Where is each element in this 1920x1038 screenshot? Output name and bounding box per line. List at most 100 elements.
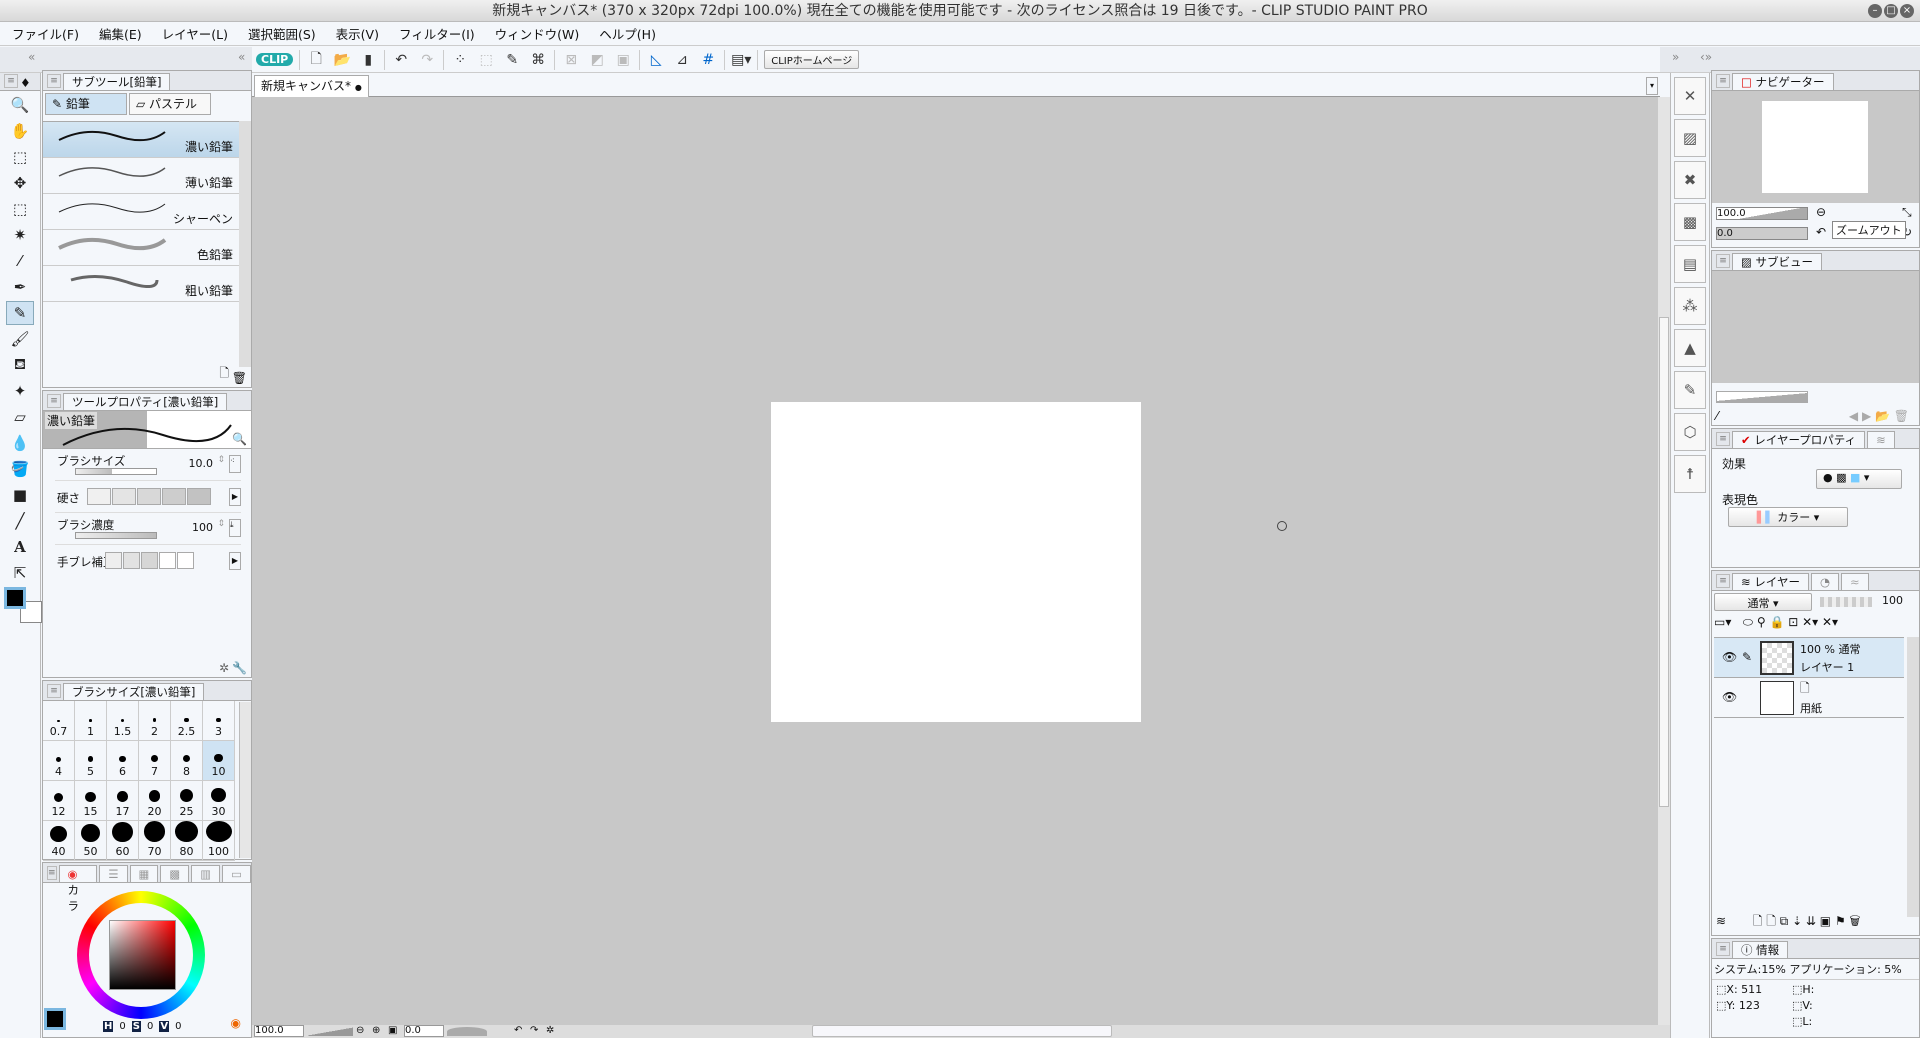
animation-tab[interactable]: ◔	[1810, 573, 1839, 590]
rotate-left-icon[interactable]: ↶	[1816, 225, 1826, 239]
fit-view-icon[interactable]: ⤡	[1902, 205, 1912, 220]
material-brush-icon[interactable]: ✎	[1674, 371, 1706, 409]
panel-menu-icon[interactable]: ≡	[1716, 254, 1730, 268]
collapse-icon[interactable]: ‹»	[1700, 50, 1712, 64]
panel-menu-icon[interactable]: ≡	[1716, 74, 1730, 88]
expression-dropdown[interactable]: ▌▌ カラー ▾	[1728, 507, 1848, 527]
color-wheel-tab[interactable]: ◉ カラ	[58, 865, 98, 913]
panel-menu-icon[interactable]: ≡	[47, 684, 61, 698]
open-file-icon[interactable]: 📂	[332, 50, 352, 70]
material-effect-icon[interactable]: ⁂	[1674, 287, 1706, 325]
redo-icon[interactable]: ↷	[417, 50, 437, 70]
maximize-icon[interactable]: □	[1884, 4, 1898, 18]
snap-special-ruler-icon[interactable]: ⊿	[672, 50, 692, 70]
search-layer-tab[interactable]: ≋	[1867, 431, 1895, 448]
menu-window[interactable]: ウィンドウ(W)	[495, 24, 580, 43]
show-selection-icon[interactable]: ▣	[613, 50, 633, 70]
material-tone-icon[interactable]: ▩	[1674, 203, 1706, 241]
subview-area[interactable]	[1712, 271, 1919, 383]
material-image-icon[interactable]: ▨	[1674, 119, 1706, 157]
group-tab-pastel[interactable]: ▱ パステル	[129, 93, 211, 115]
subview-nav-icons[interactable]: ◀ ▶ 📂 🗑	[1849, 409, 1909, 423]
canvas-tab[interactable]: 新規キャンバス* ●	[254, 75, 369, 97]
main-color-swatch[interactable]	[4, 587, 26, 609]
eyedropper-tool-icon[interactable]: ⁄	[6, 249, 34, 273]
new-subtool-icon[interactable]: 🗋	[219, 364, 229, 385]
panel-menu-icon[interactable]: ≡	[1716, 942, 1730, 956]
brush-size-cell[interactable]: 30	[203, 781, 235, 821]
info-tab[interactable]: ⓘ 情報	[1732, 941, 1789, 958]
hardness-selector[interactable]	[87, 488, 211, 505]
subview-zoom-slider[interactable]	[1716, 391, 1808, 403]
menu-icon[interactable]: ≡	[4, 74, 18, 88]
color-set-tab[interactable]: ▦	[129, 865, 159, 882]
panel-menu-icon[interactable]: ≡	[47, 74, 61, 88]
material-icon[interactable]: ✕	[1674, 77, 1706, 115]
brush-item[interactable]: シャーペン	[43, 194, 239, 230]
operation-tool-icon[interactable]: ⬚	[6, 145, 34, 169]
layer-tool-icons[interactable]: ▭▾ ⬭ ⚲ 🔒 ⊡ ✕▾ ✕▾	[1714, 615, 1838, 630]
blend-mode-dropdown[interactable]: 通常 ▾	[1714, 593, 1812, 611]
vertical-scrollbar[interactable]	[1658, 97, 1670, 1025]
brush-size-cell[interactable]: 70	[139, 821, 171, 861]
transform-icon[interactable]: ⌘	[528, 50, 548, 70]
menu-selection[interactable]: 選択範囲(S)	[248, 24, 316, 43]
pencil-tool-icon[interactable]: ✎	[6, 301, 34, 325]
figure-tool-icon[interactable]: ╱	[6, 509, 34, 533]
group-tab-pencil[interactable]: ✎ 鉛筆	[45, 93, 127, 115]
hand-tool-icon[interactable]: ✋	[6, 119, 34, 143]
rotate-left-icon[interactable]: ↶	[514, 1025, 522, 1036]
brush-tool-icon[interactable]: 🖌	[6, 327, 34, 351]
close-icon[interactable]: ×	[1900, 4, 1914, 18]
menu-filter[interactable]: フィルター(I)	[399, 24, 475, 43]
layer-row[interactable]: 👁 ✎ 100 % 通常 レイヤー 1	[1714, 638, 1904, 678]
reset-rotation-icon[interactable]: ✲	[546, 1025, 554, 1036]
layer-footer-icons[interactable]: ≋ 🗋 🗋 ⧉ ⇣ ⇊ ▣ ⚑ 🗑	[1716, 912, 1860, 933]
brush-size-scrollbar[interactable]	[239, 702, 251, 858]
save-icon[interactable]: ▮	[358, 50, 378, 70]
zoom-out-icon[interactable]: ⊖	[356, 1025, 364, 1036]
move-layer-tool-icon[interactable]: ✥	[6, 171, 34, 195]
expand-arrow-icon[interactable]: ▶	[229, 488, 241, 506]
selection-tool-icon[interactable]: ⬚	[6, 197, 34, 221]
color-history-tab[interactable]: ▭	[222, 865, 251, 882]
material-frame-icon[interactable]: ▤	[1674, 245, 1706, 283]
subtool-tab[interactable]: サブツール[鉛筆]	[63, 73, 171, 90]
zoom-field[interactable]: 100.0	[254, 1025, 304, 1037]
layer-row[interactable]: 👁 🗋 用紙	[1714, 678, 1904, 718]
expand-icon[interactable]: »	[1672, 50, 1679, 64]
undo-icon[interactable]: ↶	[391, 50, 411, 70]
panel-menu-icon[interactable]: ≡	[1716, 432, 1730, 446]
approximate-color-tab[interactable]: ▥	[191, 865, 221, 882]
correct-line-tool-icon[interactable]: ⇱	[6, 561, 34, 585]
saturation-value-square[interactable]	[109, 920, 176, 990]
clear-outside-icon[interactable]: ⬚	[476, 50, 496, 70]
layer-tab[interactable]: ≋ レイヤー	[1732, 573, 1809, 590]
minimize-icon[interactable]: –	[1868, 4, 1882, 18]
navigator-rotation-slider[interactable]: 0.0	[1716, 227, 1808, 240]
brush-size-cell[interactable]: 4	[43, 741, 75, 781]
clear-icon[interactable]: ⁘	[450, 50, 470, 70]
material-background-icon[interactable]: ▲	[1674, 329, 1706, 367]
spinner-icon[interactable]: ⇕	[217, 519, 225, 529]
brush-size-cell[interactable]: 2.5	[171, 701, 203, 741]
brush-size-value[interactable]: 10.0	[189, 457, 214, 470]
deselect-icon[interactable]: ⊠	[561, 50, 581, 70]
color-mode-icon[interactable]: ◉	[231, 1016, 241, 1030]
zoom-in-icon[interactable]: ⊕	[372, 1025, 380, 1036]
panel-menu-icon[interactable]: ≡	[47, 394, 61, 408]
document-canvas[interactable]	[771, 402, 1141, 722]
rotation-field[interactable]: 0.0	[404, 1025, 444, 1037]
brush-size-cell[interactable]: 100	[203, 821, 235, 861]
collapse-panel-icon[interactable]: «	[238, 50, 245, 64]
tab-list-dropdown[interactable]: ▾	[1646, 77, 1658, 95]
pressure-icon[interactable]: ⤓	[229, 519, 241, 537]
brush-size-cell[interactable]: 8	[171, 741, 203, 781]
gradient-tool-icon[interactable]: ■	[6, 483, 34, 507]
brush-size-cell[interactable]: 10	[203, 741, 235, 781]
material-figure-icon[interactable]: ☨	[1674, 455, 1706, 493]
brush-size-cell[interactable]: 1.5	[107, 701, 139, 741]
brush-size-cell[interactable]: 20	[139, 781, 171, 821]
brush-size-cell[interactable]: 80	[171, 821, 203, 861]
brush-item[interactable]: 薄い鉛筆	[43, 158, 239, 194]
